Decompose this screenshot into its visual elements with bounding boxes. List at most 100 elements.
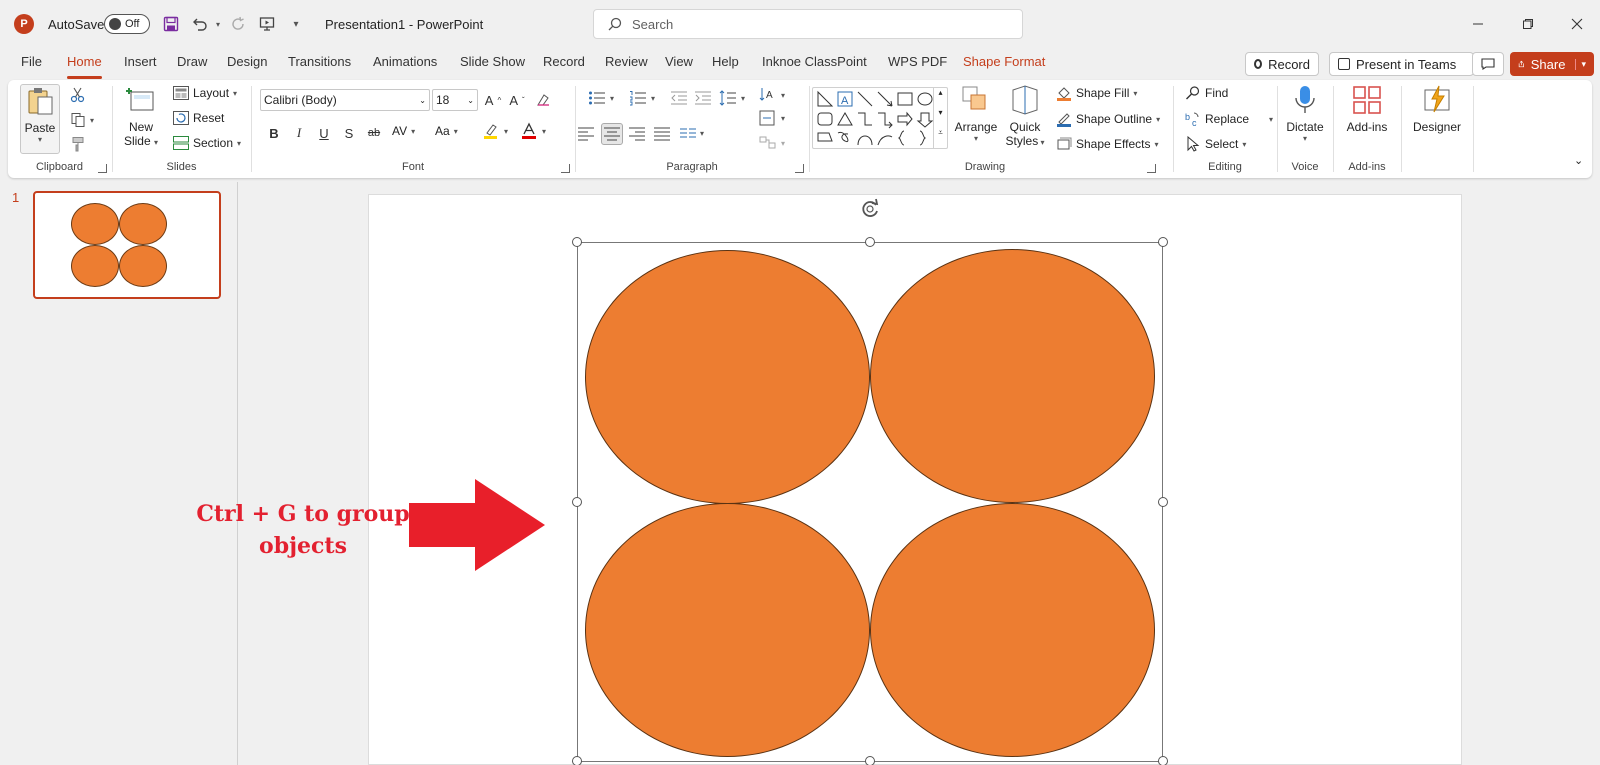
cut-button[interactable]: [70, 87, 86, 103]
slide-canvas[interactable]: Ctrl + G to group objects: [196, 194, 1462, 765]
clear-formatting-icon[interactable]: [533, 90, 553, 110]
new-slide-icon: [126, 88, 154, 111]
paragraph-launcher-icon[interactable]: [795, 164, 804, 173]
text-shadow-button[interactable]: S: [339, 123, 359, 143]
dictate-button[interactable]: Dictate ▾: [1283, 84, 1327, 143]
line-spacing-button[interactable]: ▾: [719, 90, 745, 106]
minimize-button[interactable]: [1466, 12, 1490, 36]
highlight-color-button[interactable]: ▾: [482, 122, 508, 140]
columns-button[interactable]: ▾: [680, 126, 704, 140]
collapse-ribbon-icon[interactable]: ⌄: [1574, 154, 1583, 167]
quick-styles-button[interactable]: Quick Styles ▾: [1003, 84, 1047, 148]
tab-file[interactable]: File: [21, 54, 42, 74]
italic-button[interactable]: I: [289, 123, 309, 143]
present-from-beginning-icon[interactable]: [256, 13, 278, 35]
select-button[interactable]: Select ▾: [1185, 136, 1246, 152]
tab-record[interactable]: Record: [543, 54, 585, 74]
resize-handle-top[interactable]: [865, 237, 875, 247]
layout-button[interactable]: Layout ▾: [173, 86, 237, 100]
save-icon[interactable]: [160, 13, 182, 35]
tab-transitions[interactable]: Transitions: [288, 54, 351, 74]
tab-inknoe-classpoint[interactable]: Inknoe ClassPoint: [762, 54, 867, 74]
character-spacing-button[interactable]: AV ▾: [392, 124, 415, 138]
increase-font-size-icon[interactable]: A ^: [483, 90, 503, 110]
tab-view[interactable]: View: [665, 54, 693, 74]
numbering-button[interactable]: ▾: [629, 90, 655, 106]
align-right-icon[interactable]: [627, 124, 647, 144]
new-slide-button[interactable]: New Slide ▾: [121, 84, 161, 148]
font-color-button[interactable]: ▾: [520, 122, 546, 140]
search-box[interactable]: Search: [593, 9, 1023, 39]
tab-animations[interactable]: Animations: [373, 54, 437, 74]
tab-draw[interactable]: Draw: [177, 54, 207, 74]
format-painter-button[interactable]: [70, 136, 86, 152]
arrange-button[interactable]: Arrange ▾: [955, 84, 997, 143]
align-center-icon[interactable]: [601, 123, 623, 145]
tab-insert[interactable]: Insert: [124, 54, 157, 74]
tab-home[interactable]: Home: [67, 54, 102, 79]
underline-button[interactable]: U: [314, 123, 334, 143]
record-button[interactable]: Record: [1245, 52, 1319, 76]
rotate-handle-icon[interactable]: [858, 197, 882, 221]
restore-button[interactable]: [1516, 12, 1540, 36]
shape-fill-button[interactable]: Shape Fill ▾: [1056, 85, 1137, 101]
share-dropdown-icon[interactable]: ▾: [1575, 58, 1586, 70]
shapes-scroll-up-icon[interactable]: ▴: [933, 88, 947, 108]
shape-outline-button[interactable]: Shape Outline ▾: [1056, 111, 1160, 127]
addins-group-label: Add-ins: [1348, 161, 1386, 173]
redo-icon[interactable]: [227, 13, 249, 35]
font-color-dropdown-icon: ▾: [542, 126, 547, 136]
copy-button[interactable]: ▾: [70, 112, 94, 128]
autosave-toggle[interactable]: Off: [104, 14, 150, 34]
tab-wps-pdf[interactable]: WPS PDF: [888, 54, 947, 74]
strikethrough-button[interactable]: ab: [364, 123, 384, 143]
shapes-gallery[interactable]: A ▴ ▾ ⩡: [812, 87, 948, 149]
close-button[interactable]: [1565, 12, 1589, 36]
comments-button[interactable]: [1472, 52, 1504, 76]
addins-button[interactable]: Add-ins: [1342, 84, 1392, 134]
font-size-combo[interactable]: 18 ⌄: [432, 89, 478, 111]
shapes-scroll-down-icon[interactable]: ▾: [933, 108, 947, 128]
font-launcher-icon[interactable]: [561, 164, 570, 173]
replace-button[interactable]: bc Replace ▾: [1185, 111, 1273, 127]
tab-slide-show[interactable]: Slide Show: [460, 54, 525, 74]
justify-icon[interactable]: [652, 124, 672, 144]
resize-handle-top-right[interactable]: [1158, 237, 1168, 247]
shape-effects-button[interactable]: Shape Effects ▾: [1056, 136, 1159, 152]
align-text-button[interactable]: ▾: [759, 110, 785, 126]
text-direction-button[interactable]: A ▾: [759, 86, 785, 104]
slide-thumbnail[interactable]: [33, 191, 221, 299]
resize-handle-right[interactable]: [1158, 497, 1168, 507]
customize-toolbar-icon[interactable]: ▾: [285, 13, 307, 35]
share-button[interactable]: Share ▾: [1510, 52, 1594, 76]
shapes-more-icon[interactable]: ⩡: [933, 128, 947, 149]
tab-help[interactable]: Help: [712, 54, 739, 74]
bold-button[interactable]: B: [264, 123, 284, 143]
bullets-button[interactable]: ▾: [588, 90, 614, 106]
undo-dropdown-icon[interactable]: ▾: [207, 13, 229, 35]
change-case-button[interactable]: Aa ▾: [435, 124, 458, 138]
drawing-launcher-icon[interactable]: [1147, 164, 1156, 173]
resize-handle-top-left[interactable]: [572, 237, 582, 247]
resize-handle-bottom-right[interactable]: [1158, 756, 1168, 765]
font-name-combo[interactable]: Calibri (Body) ⌄: [260, 89, 430, 111]
reset-button[interactable]: Reset: [173, 111, 224, 125]
convert-to-smartart-button[interactable]: ▾: [759, 135, 785, 151]
clipboard-launcher-icon[interactable]: [98, 164, 107, 173]
increase-indent-icon[interactable]: [693, 88, 713, 108]
tab-review[interactable]: Review: [605, 54, 648, 74]
present-in-teams-button[interactable]: Present in Teams: [1329, 52, 1474, 76]
selection-box: [577, 242, 1163, 762]
section-button[interactable]: Section ▾: [173, 136, 241, 150]
paste-button[interactable]: Paste ▾: [20, 84, 60, 154]
decrease-font-size-icon[interactable]: Aˇ: [507, 90, 527, 110]
resize-handle-bottom-left[interactable]: [572, 756, 582, 765]
decrease-indent-icon[interactable]: [669, 88, 689, 108]
resize-handle-left[interactable]: [572, 497, 582, 507]
find-button[interactable]: Find: [1185, 85, 1228, 101]
resize-handle-bottom[interactable]: [865, 756, 875, 765]
align-left-icon[interactable]: [576, 124, 596, 144]
tab-shape-format[interactable]: Shape Format: [963, 54, 1045, 74]
tab-design[interactable]: Design: [227, 54, 267, 74]
designer-button[interactable]: Designer: [1410, 84, 1464, 134]
